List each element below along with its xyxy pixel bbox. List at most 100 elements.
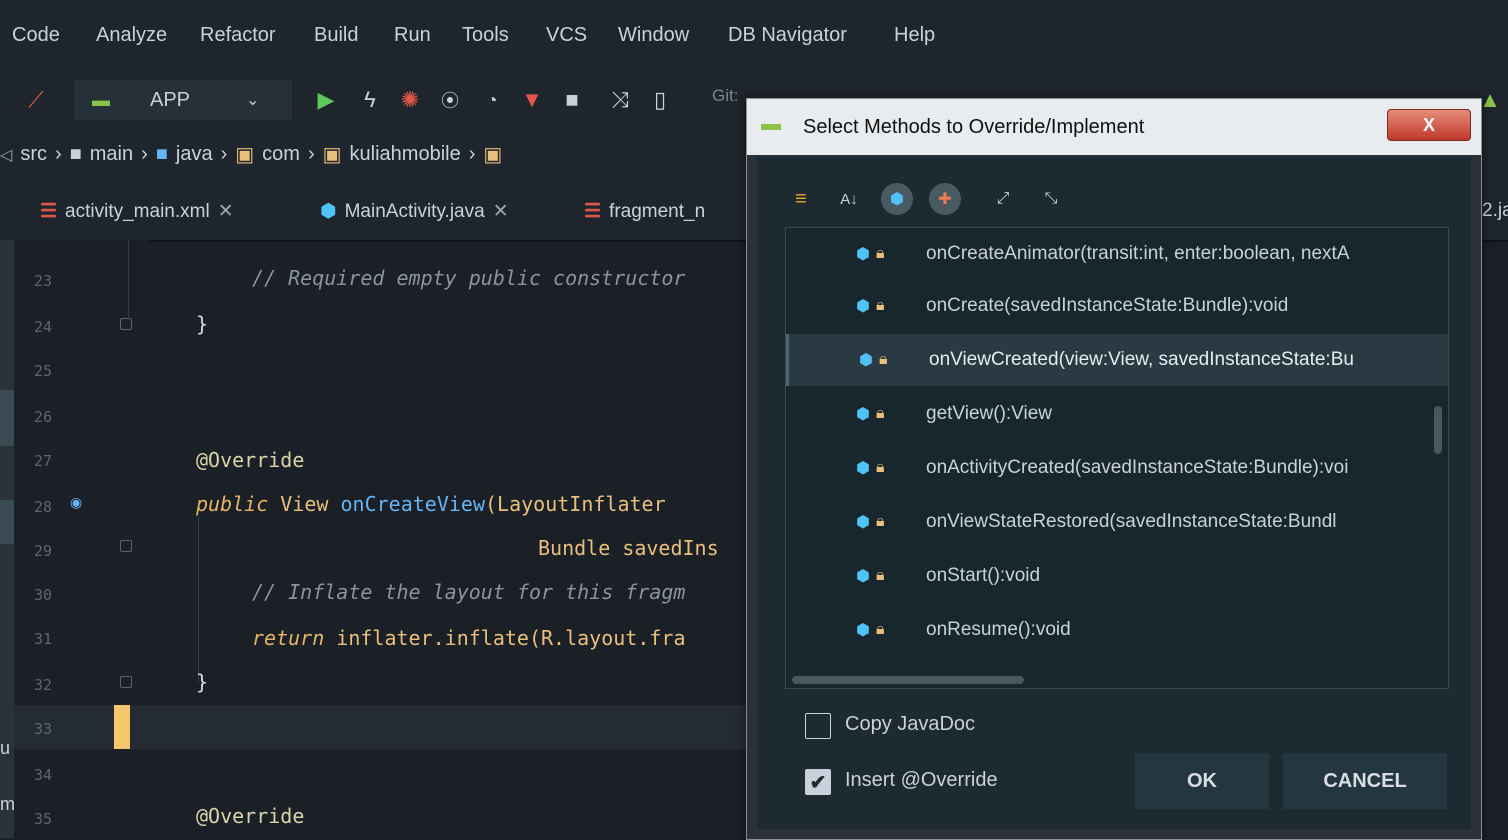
fold-marker-icon[interactable] — [120, 318, 132, 330]
menu-code[interactable]: Code — [12, 24, 60, 47]
list-item[interactable]: ⬢ 🔒︎ onCreate(savedInstanceState:Bundle):… — [786, 280, 1448, 332]
code-brace: } — [196, 670, 209, 694]
package-icon: ▣ — [322, 144, 342, 166]
show-interfaces-icon[interactable]: ✚ — [929, 183, 961, 215]
text-caret — [114, 705, 130, 749]
git-label: Git: — [712, 86, 739, 105]
menu-vcs[interactable]: VCS — [546, 24, 587, 47]
cancel-button[interactable]: CANCEL — [1283, 753, 1447, 809]
code-params: (LayoutInflater — [485, 492, 678, 516]
fold-marker-icon[interactable] — [120, 540, 132, 552]
debug-icon[interactable]: ✺ — [394, 84, 426, 116]
code-return: return inflater.inflate(R.layout.fra — [252, 626, 686, 650]
tab-fragment[interactable]: ☰ fragment_n — [584, 200, 705, 223]
line-number: 31 — [34, 630, 53, 648]
line-number: 35 — [34, 810, 53, 828]
breadcrumb-src[interactable]: src — [20, 143, 47, 166]
left-tool-indicator — [0, 390, 14, 446]
menu-window[interactable]: Window — [618, 24, 689, 47]
expand-all-icon[interactable]: ⤢ — [987, 183, 1019, 215]
tab-mainactivity-java[interactable]: ⬢ MainActivity.java ✕ — [320, 200, 509, 223]
run-config-label: APP — [150, 88, 191, 111]
breadcrumb-separator: › — [307, 143, 315, 165]
line-number: 23 — [34, 272, 53, 290]
lock-icon: 🔒︎ — [875, 405, 885, 422]
collapse-all-icon[interactable]: ⤡ — [1035, 183, 1067, 215]
line-number: 34 — [34, 766, 53, 784]
menu-bar: Code Analyze Refactor Build Run Tools VC… — [0, 0, 1508, 76]
line-number: 25 — [34, 362, 53, 380]
breadcrumb-kuliahmobile[interactable]: kuliahmobile — [350, 143, 461, 166]
line-number: 27 — [34, 452, 53, 470]
horizontal-scrollbar[interactable] — [792, 676, 1024, 684]
gradle-sync-icon[interactable]: ⤨ — [604, 84, 636, 116]
insert-override-checkbox[interactable]: ✔ — [805, 769, 831, 795]
list-item[interactable]: ⬢ 🔒︎ onResume():void — [786, 604, 1448, 656]
line-number: 33 — [34, 720, 53, 738]
method-icon: ⬢ — [856, 406, 870, 423]
close-icon[interactable]: ✕ — [218, 200, 234, 223]
menu-run[interactable]: Run — [394, 24, 431, 47]
list-item[interactable]: ⬢ 🔒︎ onStart():void — [786, 550, 1448, 602]
stop-icon[interactable]: ■ — [556, 84, 588, 116]
profile-icon[interactable]: ◔ — [476, 84, 508, 116]
override-gutter-icon[interactable]: ◉ — [70, 494, 82, 511]
left-edge-text: m — [0, 794, 15, 814]
checkmark-icon: ✔ — [809, 771, 827, 794]
code-annotation: @Override — [196, 448, 305, 472]
list-item-selected[interactable]: ⬢ 🔒︎ onViewCreated(view:View, savedInstan… — [786, 334, 1448, 386]
vertical-scrollbar[interactable] — [1434, 406, 1442, 454]
tab-activity-main-xml[interactable]: ☰ activity_main.xml ✕ — [40, 200, 234, 223]
code-method-signature: public View onCreateView(LayoutInflater — [196, 492, 678, 516]
device-manager-icon[interactable]: ▯ — [644, 84, 676, 116]
insert-override-label[interactable]: Insert @Override — [845, 769, 998, 792]
fold-marker-icon[interactable] — [120, 676, 132, 688]
line-number: 30 — [34, 586, 53, 604]
close-icon: X — [1422, 114, 1435, 135]
method-icon: ⬢ — [856, 460, 870, 477]
menu-refactor[interactable]: Refactor — [200, 24, 276, 47]
close-icon[interactable]: ✕ — [493, 200, 509, 223]
method-name: onResume():void — [926, 619, 1071, 640]
lock-icon: 🔒︎ — [875, 245, 885, 262]
list-item[interactable]: ⬢ 🔒︎ onCreateAnimator(transit:int, enter:… — [786, 228, 1448, 280]
list-item[interactable]: ⬢ 🔒︎ getView():View — [786, 388, 1448, 440]
run-config-selector[interactable]: ▬ APP ⌄ — [74, 80, 292, 120]
sort-alphabetically-icon[interactable]: A↓ — [833, 183, 865, 215]
menu-db-navigator[interactable]: DB Navigator — [728, 24, 847, 47]
lock-icon: 🔒︎ — [875, 513, 885, 530]
tab-label: activity_main.xml — [65, 200, 210, 222]
copy-javadoc-label[interactable]: Copy JavaDoc — [845, 713, 975, 736]
ok-button[interactable]: OK — [1135, 753, 1269, 809]
breadcrumb-main[interactable]: main — [90, 143, 133, 166]
menu-tools[interactable]: Tools — [462, 24, 509, 47]
menu-help[interactable]: Help — [894, 24, 935, 47]
methods-list[interactable]: ⬢ 🔒︎ onCreateAnimator(transit:int, enter:… — [785, 227, 1449, 689]
sort-by-visibility-icon[interactable]: ≡ — [785, 183, 817, 215]
hammer-icon[interactable]: ⟋ — [20, 84, 52, 116]
line-number: 32 — [34, 676, 53, 694]
breadcrumb-com[interactable]: com — [262, 143, 300, 166]
code-keyword: public — [196, 492, 269, 516]
close-button[interactable]: X — [1387, 109, 1471, 141]
tab-partial-right[interactable]: 2.ja — [1482, 200, 1508, 222]
plug-icon[interactable]: ▼ — [516, 84, 548, 116]
method-name: onActivityCreated(savedInstanceState:Bun… — [926, 457, 1349, 478]
run-icon[interactable]: ▶ — [310, 84, 342, 116]
code-brace: } — [196, 312, 209, 336]
method-name: onCreate(savedInstanceState:Bundle):void — [926, 295, 1289, 316]
list-item[interactable]: ⬢ 🔒︎ onViewStateRestored(savedInstanceSta… — [786, 496, 1448, 548]
breadcrumb-java[interactable]: java — [176, 143, 213, 166]
show-classes-icon[interactable]: ⬢ — [881, 183, 913, 215]
menu-analyze[interactable]: Analyze — [96, 24, 167, 47]
apply-changes-icon[interactable]: ϟ — [354, 84, 386, 116]
list-item[interactable]: ⬢ 🔒︎ onActivityCreated(savedInstanceState… — [786, 442, 1448, 494]
source-folder-icon: ■ — [155, 143, 168, 165]
dialog-title-bar[interactable]: ▬ Select Methods to Override/Implement X — [747, 99, 1481, 155]
menu-build[interactable]: Build — [314, 24, 358, 47]
attach-debugger-icon[interactable]: ⦿ — [434, 84, 466, 116]
method-name: onViewCreated(view:View, savedInstanceSt… — [929, 349, 1354, 370]
module-icon: ◁ — [0, 146, 13, 164]
copy-javadoc-checkbox[interactable] — [805, 713, 831, 739]
method-icon: ⬢ — [856, 568, 870, 585]
